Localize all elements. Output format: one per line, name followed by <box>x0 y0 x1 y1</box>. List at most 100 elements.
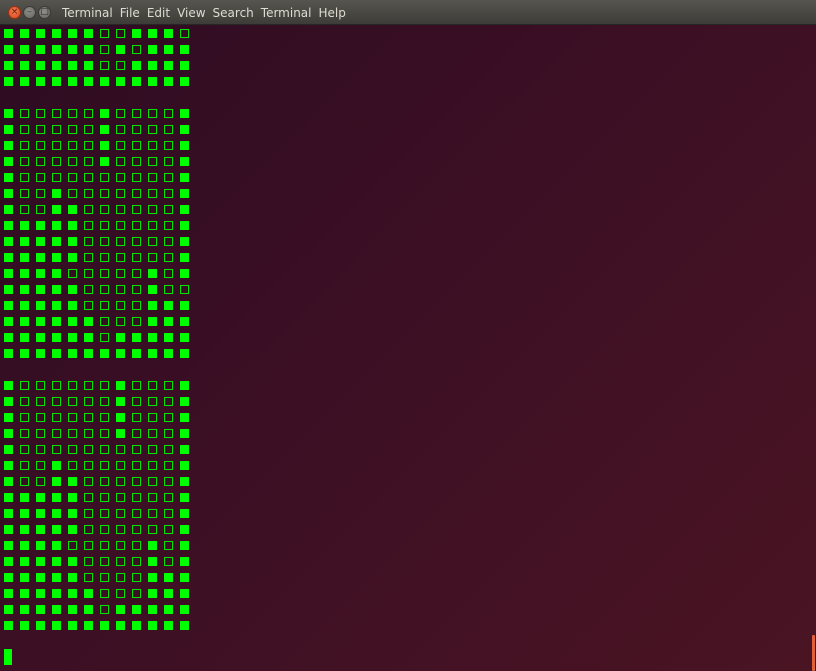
filled-square-glyph <box>4 525 13 534</box>
hollow-square-glyph <box>68 413 77 422</box>
close-icon[interactable]: × <box>8 6 21 19</box>
filled-square-glyph <box>84 61 93 70</box>
filled-square-glyph <box>36 525 45 534</box>
hollow-square-glyph <box>20 125 29 134</box>
hollow-square-glyph <box>68 429 77 438</box>
menu-bar: Terminal File Edit View Search Terminal … <box>62 0 353 25</box>
hollow-square-glyph <box>52 429 61 438</box>
filled-square-glyph <box>4 541 13 550</box>
filled-square-glyph <box>68 493 77 502</box>
hollow-square-glyph <box>148 525 157 534</box>
filled-square-glyph <box>36 509 45 518</box>
filled-square-glyph <box>180 77 189 86</box>
menu-help[interactable]: Help <box>319 6 351 20</box>
filled-square-glyph <box>164 317 173 326</box>
filled-square-glyph <box>180 557 189 566</box>
menu-edit[interactable]: Edit <box>147 6 175 20</box>
hollow-square-glyph <box>164 541 173 550</box>
hollow-square-glyph <box>132 477 141 486</box>
filled-square-glyph <box>68 205 77 214</box>
filled-square-glyph <box>52 589 61 598</box>
hollow-square-glyph <box>132 381 141 390</box>
hollow-square-glyph <box>180 29 189 38</box>
filled-square-glyph <box>4 397 13 406</box>
hollow-square-glyph <box>116 525 125 534</box>
filled-square-glyph <box>116 349 125 358</box>
hollow-square-glyph <box>148 381 157 390</box>
terminal-output[interactable] <box>0 25 816 671</box>
filled-square-glyph <box>52 253 61 262</box>
scrollbar-thumb[interactable] <box>812 635 815 671</box>
hollow-square-glyph <box>68 397 77 406</box>
hollow-square-glyph <box>20 397 29 406</box>
hollow-square-glyph <box>132 317 141 326</box>
hollow-square-glyph <box>164 253 173 262</box>
menu-terminal-app[interactable]: Terminal <box>62 6 118 20</box>
filled-square-glyph <box>52 301 61 310</box>
filled-square-glyph <box>180 125 189 134</box>
hollow-square-glyph <box>116 285 125 294</box>
menu-view[interactable]: View <box>177 6 210 20</box>
hollow-square-glyph <box>164 413 173 422</box>
menu-file[interactable]: File <box>120 6 145 20</box>
hollow-square-glyph <box>148 173 157 182</box>
filled-square-glyph <box>116 333 125 342</box>
filled-square-glyph <box>4 45 13 54</box>
hollow-square-glyph <box>68 109 77 118</box>
menu-search[interactable]: Search <box>213 6 259 20</box>
hollow-square-glyph <box>52 173 61 182</box>
filled-square-glyph <box>52 461 61 470</box>
menu-terminal[interactable]: Terminal <box>261 6 317 20</box>
filled-square-glyph <box>180 253 189 262</box>
maximize-icon[interactable]: □ <box>38 6 51 19</box>
filled-square-glyph <box>36 253 45 262</box>
filled-square-glyph <box>36 541 45 550</box>
filled-square-glyph <box>68 477 77 486</box>
filled-square-glyph <box>180 221 189 230</box>
hollow-square-glyph <box>116 493 125 502</box>
filled-square-glyph <box>36 621 45 630</box>
filled-square-glyph <box>52 525 61 534</box>
hollow-square-glyph <box>84 221 93 230</box>
filled-square-glyph <box>20 573 29 582</box>
hollow-square-glyph <box>84 541 93 550</box>
hollow-square-glyph <box>132 493 141 502</box>
title-bar[interactable]: × – □ Terminal File Edit View Search Ter… <box>0 0 816 25</box>
hollow-square-glyph <box>68 381 77 390</box>
filled-square-glyph <box>4 477 13 486</box>
filled-square-glyph <box>52 493 61 502</box>
hollow-square-glyph <box>100 45 109 54</box>
hollow-square-glyph <box>132 461 141 470</box>
filled-square-glyph <box>84 589 93 598</box>
hollow-square-glyph <box>84 461 93 470</box>
filled-square-glyph <box>20 349 29 358</box>
filled-square-glyph <box>84 333 93 342</box>
filled-square-glyph <box>4 109 13 118</box>
hollow-square-glyph <box>164 157 173 166</box>
filled-square-glyph <box>116 413 125 422</box>
hollow-square-glyph <box>180 285 189 294</box>
minimize-icon[interactable]: – <box>23 6 36 19</box>
hollow-square-glyph <box>148 413 157 422</box>
hollow-square-glyph <box>164 397 173 406</box>
hollow-square-glyph <box>36 397 45 406</box>
filled-square-glyph <box>116 397 125 406</box>
filled-square-glyph <box>164 61 173 70</box>
filled-square-glyph <box>52 349 61 358</box>
filled-square-glyph <box>4 285 13 294</box>
filled-square-glyph <box>68 285 77 294</box>
filled-square-glyph <box>52 557 61 566</box>
filled-square-glyph <box>180 525 189 534</box>
filled-square-glyph <box>20 541 29 550</box>
filled-square-glyph <box>4 61 13 70</box>
hollow-square-glyph <box>36 173 45 182</box>
hollow-square-glyph <box>132 141 141 150</box>
hollow-square-glyph <box>84 189 93 198</box>
hollow-square-glyph <box>148 493 157 502</box>
filled-square-glyph <box>36 493 45 502</box>
hollow-square-glyph <box>36 109 45 118</box>
hollow-square-glyph <box>20 109 29 118</box>
filled-square-glyph <box>164 333 173 342</box>
hollow-square-glyph <box>20 461 29 470</box>
filled-square-glyph <box>4 589 13 598</box>
